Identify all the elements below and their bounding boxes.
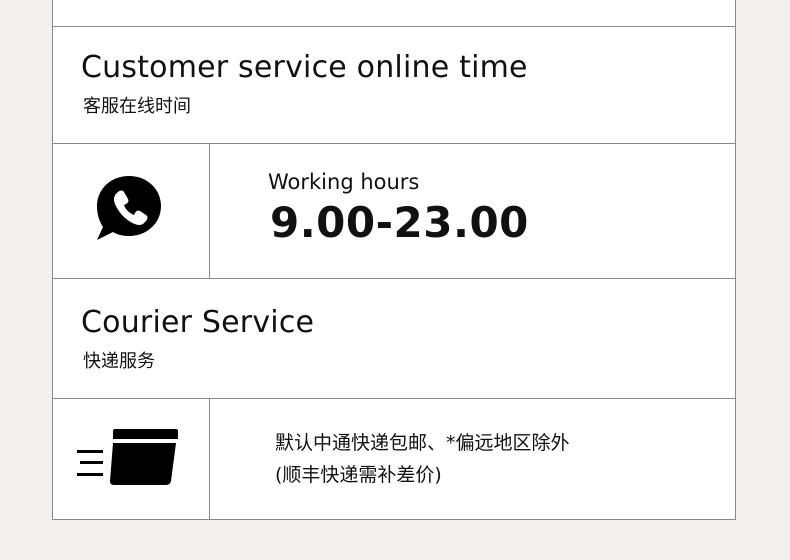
divider (53, 278, 735, 279)
service-info-panel: Customer service online time 客服在线时间 Work… (52, 0, 736, 520)
courier-surcharge-note: (顺丰快递需补差价) (275, 464, 442, 486)
courier-service-title: Courier Service (81, 305, 315, 340)
divider (209, 143, 210, 278)
courier-service-subtitle: 快递服务 (83, 351, 155, 372)
divider (53, 26, 735, 27)
divider (53, 143, 735, 144)
courier-shipping-note: 默认中通快递包邮、*偏远地区除外 (275, 432, 570, 454)
customer-service-subtitle: 客服在线时间 (83, 96, 191, 117)
working-hours-label: Working hours (268, 170, 420, 194)
divider (53, 398, 735, 399)
delivery-box-icon (77, 429, 178, 485)
working-hours-value: 9.00-23.00 (270, 198, 529, 247)
phone-chat-icon (97, 176, 161, 240)
customer-service-title: Customer service online time (81, 50, 528, 85)
divider (209, 398, 210, 519)
